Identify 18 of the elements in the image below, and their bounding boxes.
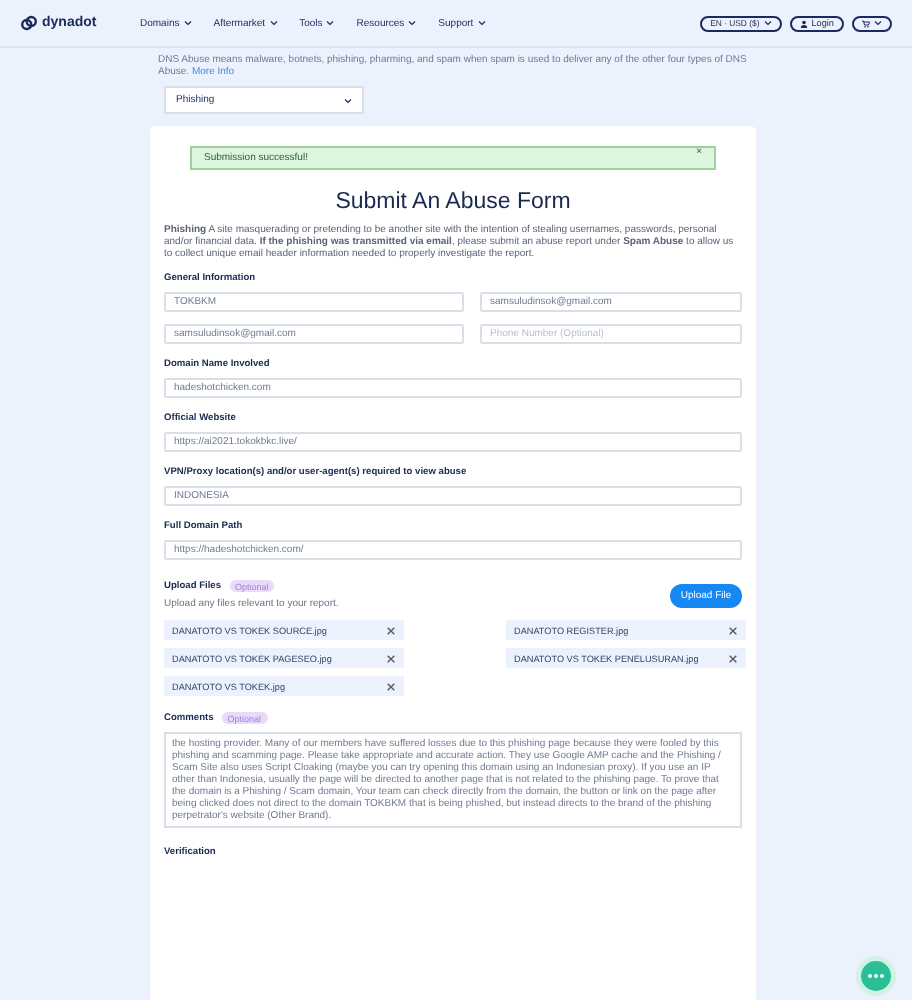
chevron-icon — [326, 20, 335, 26]
chevron-icon — [477, 20, 486, 26]
chevron-icon — [344, 97, 352, 103]
logo-icon — [20, 14, 38, 32]
remove-icon[interactable] — [386, 653, 396, 663]
chevron-icon — [874, 20, 882, 26]
chevron-icon — [408, 20, 417, 26]
remove-icon[interactable] — [386, 681, 396, 691]
remove-icon[interactable] — [386, 625, 396, 635]
chevron-icon — [763, 20, 772, 26]
user-icon — [799, 19, 808, 27]
cart-icon — [862, 19, 870, 27]
chevron-icon — [183, 20, 192, 26]
cart-button[interactable] — [852, 15, 892, 31]
chevron-icon — [269, 20, 278, 26]
remove-icon[interactable] — [728, 625, 738, 635]
remove-icon[interactable] — [728, 653, 738, 663]
form-title: Submit An Abuse Form — [333, 190, 573, 214]
